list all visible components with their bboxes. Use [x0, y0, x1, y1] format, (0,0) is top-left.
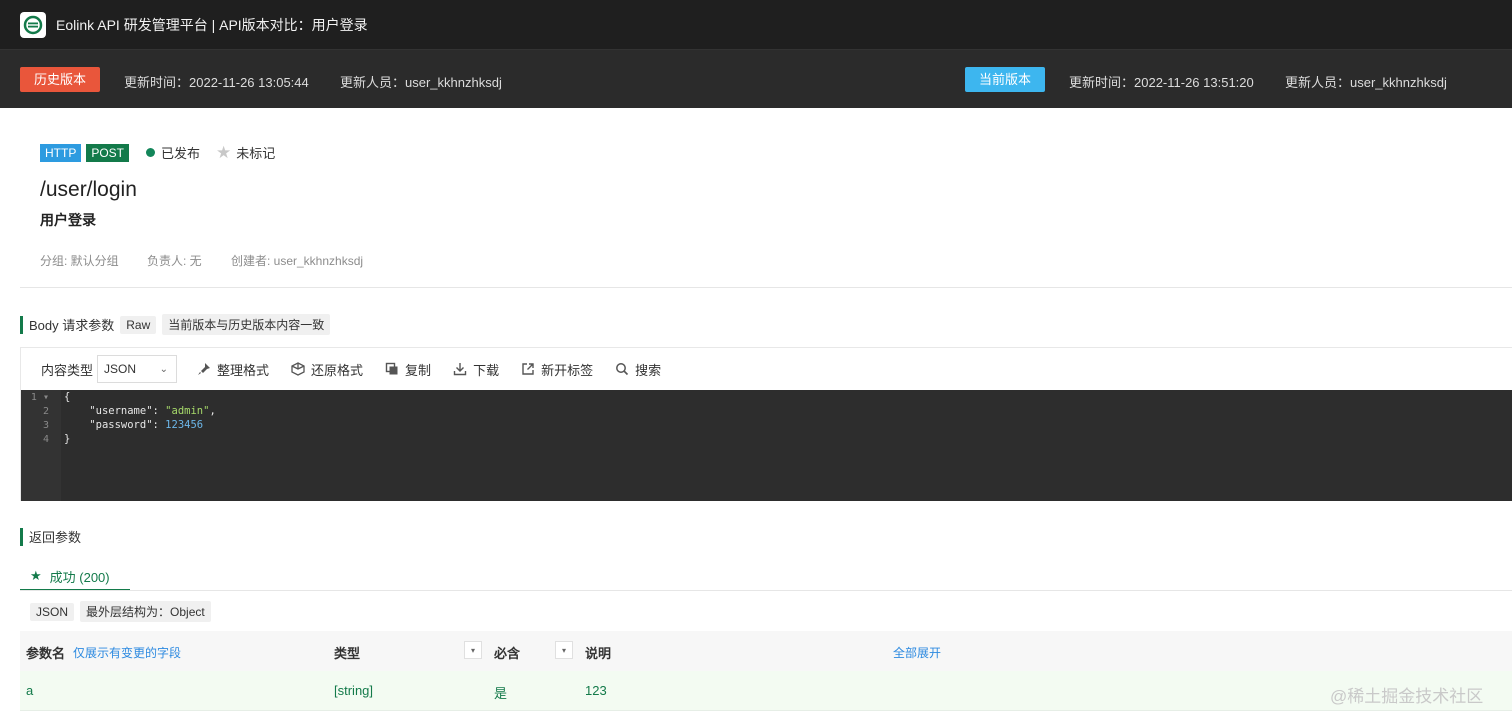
response-chips: JSON 最外层结构为：Object — [30, 601, 217, 622]
restore-format-label: 还原格式 — [311, 362, 364, 378]
code-editor[interactable]: 1 ▾ 2 3 4 { "username": "admin", "passwo… — [21, 390, 1512, 501]
response-params-table: 参数名 仅展示有变更的字段 类型 ▾ 必含 ▾ 说明 全部展开 a [strin… — [20, 631, 1512, 711]
body-editor: 内容类型 JSON ⌄ 整理格式 还原格式 复制 下载 新开标签 搜索 1 ▾ … — [20, 347, 1512, 501]
chevron-down-icon: ⌄ — [159, 363, 169, 375]
col-name-header: 参数名 — [26, 646, 66, 661]
response-section-title: 返回参数 — [29, 530, 82, 545]
line-gutter: 1 ▾ 2 3 4 — [21, 390, 61, 501]
download-icon — [453, 362, 467, 376]
response-section-header: 返回参数 — [20, 527, 81, 546]
content-type-select[interactable]: JSON ⌄ — [97, 355, 178, 383]
current-version-tag: 当前版本 — [965, 67, 1046, 92]
current-updated-time: 更新时间：2022-11-26 13:51:20 — [1069, 75, 1254, 90]
section-accent-bar — [20, 527, 23, 546]
api-creator: 创建者: user_kkhnzhksdj — [231, 254, 364, 268]
window-title: Eolink API 研发管理平台 | API版本对比：用户登录 — [56, 16, 368, 33]
section-accent-bar — [20, 315, 23, 334]
code-line: "password": 123456 — [89, 419, 204, 431]
param-required: 是 — [494, 686, 508, 701]
copy-label: 复制 — [405, 362, 432, 378]
new-tab-button[interactable]: 新开标签 — [521, 360, 593, 379]
expand-all-link[interactable]: 全部展开 — [893, 644, 941, 661]
content-type-label: 内容类型 — [41, 362, 94, 378]
version-compare-bar: 历史版本 更新时间：2022-11-26 13:05:44 更新人员：user_… — [0, 50, 1512, 108]
api-badges: HTTP POST 已发布 ★ 未标记 — [40, 143, 275, 162]
divider — [20, 287, 1512, 288]
format-brush-icon — [197, 362, 211, 376]
col-type-header: 类型 — [334, 646, 361, 661]
copy-button[interactable]: 复制 — [385, 360, 431, 379]
copy-icon — [385, 362, 399, 376]
api-owner: 负责人: 无 — [147, 254, 202, 268]
cube-icon — [291, 362, 305, 376]
fold-arrow-icon[interactable]: ▾ — [43, 392, 49, 403]
param-name: a — [26, 683, 34, 698]
editor-toolbar: 内容类型 JSON ⌄ 整理格式 还原格式 复制 下载 新开标签 搜索 — [21, 348, 1512, 390]
watermark: @稀土掘金技术社区 — [1330, 687, 1484, 706]
api-status: 已发布 — [161, 146, 201, 161]
tab-success-200[interactable]: ★ 成功 (200) — [20, 563, 130, 591]
api-group: 分组: 默认分组 — [40, 254, 119, 268]
history-version-tag: 历史版本 — [20, 67, 101, 92]
api-name: 用户登录 — [40, 212, 96, 228]
param-type: [string] — [334, 683, 374, 698]
code-line: "username": "admin", — [89, 405, 216, 417]
param-description: 123 — [585, 683, 607, 698]
current-updated-by: 更新人员：user_kkhnzhksdj — [1285, 75, 1447, 90]
history-updated-by: 更新人员：user_kkhnzhksdj — [340, 75, 502, 90]
search-button[interactable]: 搜索 — [615, 360, 661, 379]
api-path: /user/login — [40, 178, 137, 201]
protocol-badge: HTTP — [40, 143, 82, 162]
download-button[interactable]: 下载 — [453, 360, 499, 379]
format-label: 整理格式 — [217, 362, 270, 378]
star-icon[interactable]: ★ — [216, 143, 231, 162]
show-changed-only-link[interactable]: 仅展示有变更的字段 — [73, 644, 181, 661]
tab-success-label: 成功 (200) — [49, 569, 110, 585]
search-icon — [615, 362, 629, 376]
line-number: 3 — [42, 420, 49, 431]
line-number: 1 ▾ — [30, 392, 49, 403]
star-icon: ★ — [30, 568, 42, 583]
download-label: 下载 — [473, 362, 500, 378]
external-link-icon — [521, 362, 535, 376]
code-line: { — [64, 391, 71, 403]
json-chip: JSON — [30, 602, 75, 621]
code-line: } — [64, 433, 71, 445]
search-label: 搜索 — [635, 362, 662, 378]
type-filter-chevron-icon[interactable]: ▾ — [464, 641, 482, 659]
required-filter-chevron-icon[interactable]: ▾ — [555, 641, 573, 659]
title-bar: Eolink API 研发管理平台 | API版本对比：用户登录 — [0, 0, 1512, 50]
mark-status[interactable]: 未标记 — [236, 143, 275, 162]
raw-chip: Raw — [120, 315, 157, 334]
restore-format-button[interactable]: 还原格式 — [291, 360, 363, 379]
line-number: 2 — [42, 406, 49, 417]
table-header: 参数名 仅展示有变更的字段 类型 ▾ 必含 ▾ 说明 全部展开 — [20, 631, 1512, 671]
table-row: a [string] 是 123 — [20, 671, 1512, 711]
col-description-header: 说明 — [585, 646, 612, 661]
eolink-logo-icon — [20, 11, 46, 38]
compare-result-chip: 当前版本与历史版本内容一致 — [162, 314, 331, 335]
col-required-header: 必含 — [494, 646, 521, 661]
line-number: 4 — [42, 434, 49, 445]
structure-chip: 最外层结构为：Object — [80, 601, 211, 622]
history-updated-time: 更新时间：2022-11-26 13:05:44 — [124, 75, 309, 90]
tab-divider — [20, 590, 1512, 591]
new-tab-label: 新开标签 — [541, 362, 594, 378]
body-section-header: Body 请求参数 Raw 当前版本与历史版本内容一致 — [20, 314, 331, 335]
content-type-value: JSON — [104, 362, 137, 376]
status-dot-icon — [146, 148, 156, 157]
body-section-title: Body 请求参数 — [29, 318, 115, 333]
format-button[interactable]: 整理格式 — [197, 360, 269, 379]
method-badge: POST — [86, 143, 130, 162]
